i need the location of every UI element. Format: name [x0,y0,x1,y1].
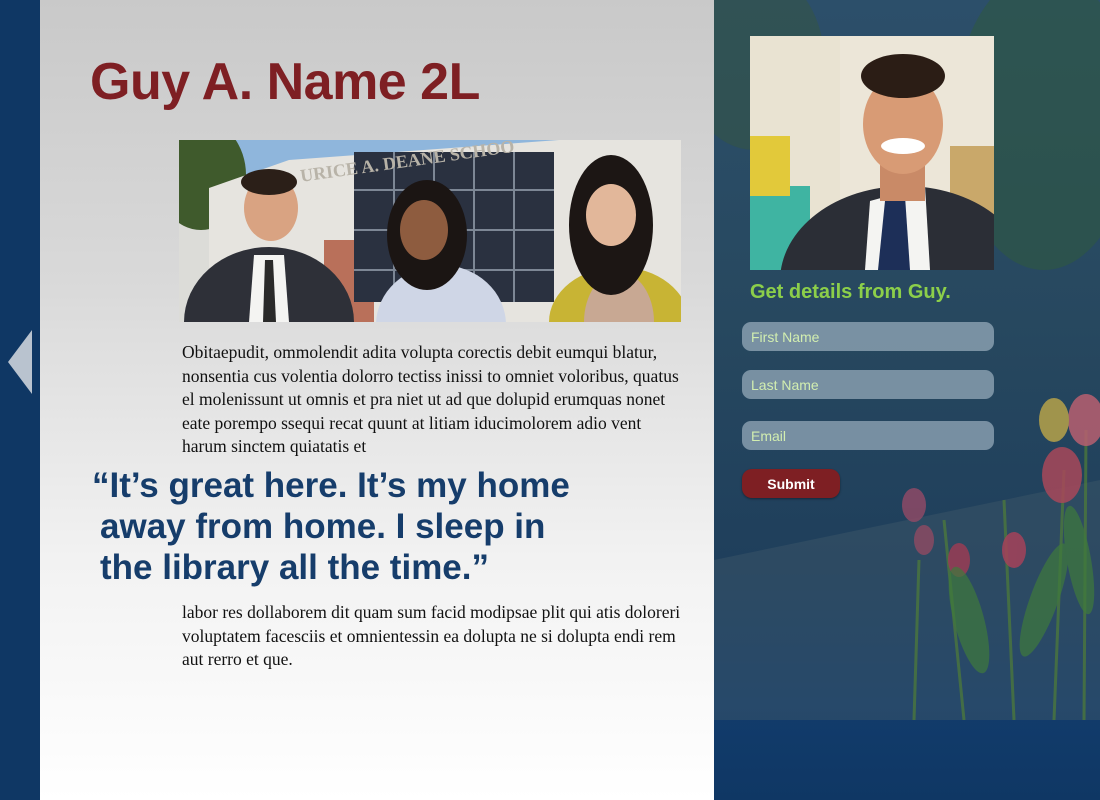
pull-quote-line: the library all the time.” [100,548,489,587]
profile-photo [750,36,994,270]
submit-button[interactable]: Submit [742,469,840,498]
first-name-field[interactable] [742,322,994,351]
last-name-field[interactable] [742,370,994,399]
page-title: Guy A. Name 2L [90,53,480,111]
chevron-left-icon[interactable] [8,330,32,394]
left-rail [0,0,40,800]
form-heading: Get details from Guy. [750,281,951,303]
main-content: Guy A. Name 2L URICE A. DEANE SCHOO Obit… [40,0,714,800]
pull-quote: “It’s great here. It’s my home away from… [92,465,632,588]
body-paragraph-1: Obitaepudit, ommolendit adita volupta co… [182,342,679,456]
contact-sidebar: Get details from Guy. Submit [714,0,1100,800]
body-paragraph-2: labor res dollaborem dit quam sum facid … [182,602,681,669]
pull-quote-line: away from home. I sleep in [100,507,546,546]
email-field[interactable] [742,421,994,450]
pull-quote-line: “It’s great here. It’s my home [92,466,570,505]
group-photo: URICE A. DEANE SCHOO [179,140,681,322]
